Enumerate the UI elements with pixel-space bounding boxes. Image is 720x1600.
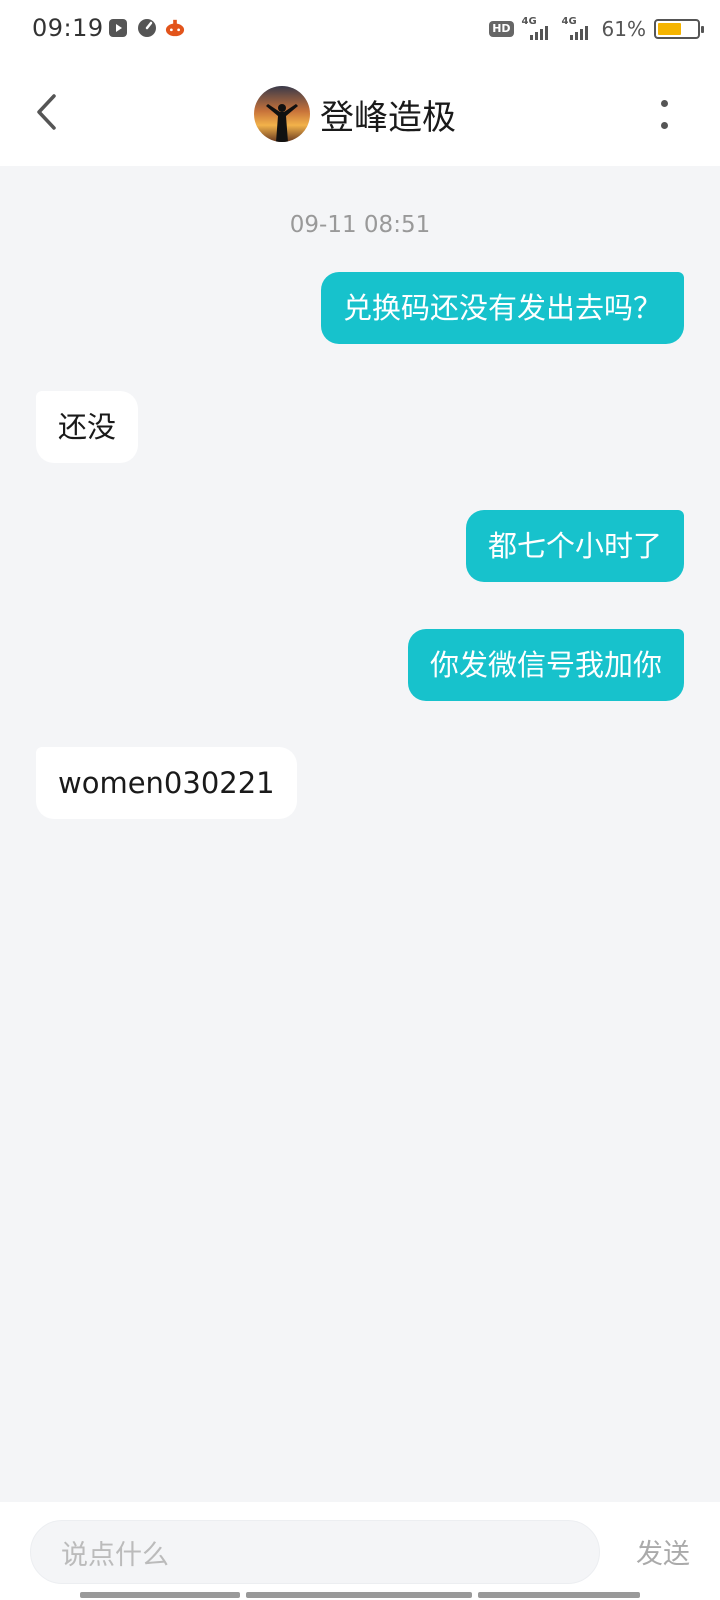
outgoing-message-bubble[interactable]: 你发微信号我加你 xyxy=(407,629,684,701)
message-list[interactable]: 09-11 08:51 兑换码还没有发出去吗？ 还没 都七个小时了 你发微信号我… xyxy=(0,166,720,1502)
battery-percentage: 61% xyxy=(601,17,646,41)
signal-strength-icon: 4G xyxy=(561,16,594,40)
contact-title-group[interactable]: 登峰造极 xyxy=(254,86,456,142)
back-button[interactable] xyxy=(26,88,66,136)
more-options-button[interactable] xyxy=(652,92,676,136)
message-input-bar: 说点什么 发送 xyxy=(0,1502,720,1600)
app-notification-icon xyxy=(165,19,185,37)
outgoing-message-bubble[interactable]: 都七个小时了 xyxy=(465,510,684,582)
message-timestamp: 09-11 08:51 xyxy=(289,212,431,238)
contact-name: 登峰造极 xyxy=(320,97,456,138)
status-time: 09:19 xyxy=(32,14,104,42)
chat-header: 登峰造极 xyxy=(0,58,720,166)
message-input[interactable]: 说点什么 xyxy=(30,1520,600,1584)
gesture-bar-segment xyxy=(478,1592,640,1598)
send-button[interactable]: 发送 xyxy=(636,1532,690,1571)
incoming-message-bubble[interactable]: 还没 xyxy=(36,391,139,463)
more-vertical-icon xyxy=(660,99,668,107)
gesture-bar-segment xyxy=(246,1592,472,1598)
gesture-bar-segment xyxy=(80,1592,240,1598)
hd-voice-badge: HD xyxy=(489,21,514,37)
network-type-label: 4G xyxy=(561,16,577,27)
chevron-left-icon xyxy=(37,94,56,130)
battery-icon xyxy=(654,19,704,39)
outgoing-message-bubble[interactable]: 兑换码还没有发出去吗？ xyxy=(320,272,684,344)
avatar-image xyxy=(254,86,310,142)
status-right-group: HD 4G 4G 61% xyxy=(489,14,704,44)
network-type-label: 4G xyxy=(521,16,537,27)
media-play-icon xyxy=(109,19,127,37)
contact-avatar[interactable] xyxy=(254,86,310,142)
status-bar: 09:19 HD 4G 4G 61% xyxy=(0,0,720,58)
battery-level-fill xyxy=(658,23,682,35)
speedometer-icon xyxy=(138,19,156,37)
incoming-message-bubble[interactable]: women030221 xyxy=(36,747,297,819)
signal-strength-icon: 4G xyxy=(521,16,554,40)
